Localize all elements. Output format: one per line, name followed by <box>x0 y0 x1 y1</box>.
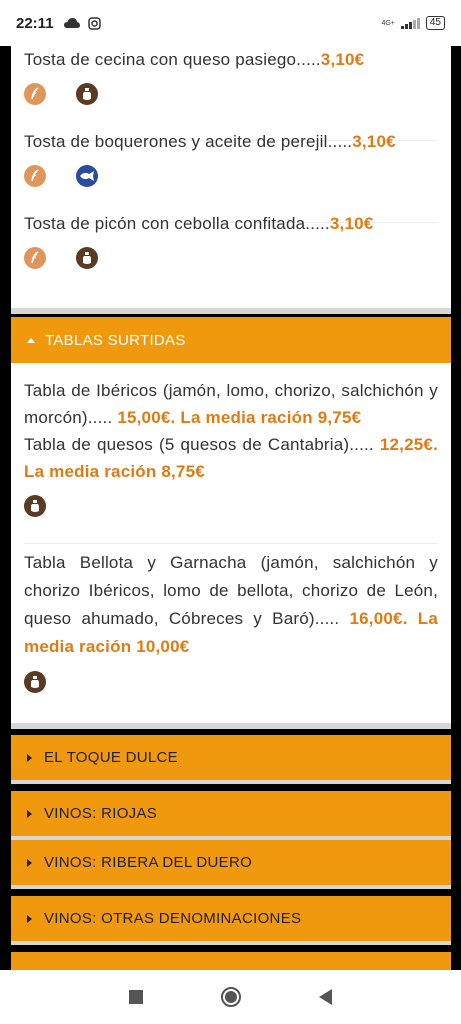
accordion-vinos-otras-denominaciones[interactable]: VINOS: OTRAS DENOMINACIONES <box>11 896 451 941</box>
gluten-icon <box>24 247 46 269</box>
status-bar: 22:11 4G+ 45 <box>0 0 461 46</box>
tablas-panel: Tabla de Ibéricos (jamón, lomo, chorizo,… <box>11 363 451 723</box>
panel-border <box>11 941 451 945</box>
instagram-icon <box>87 16 101 30</box>
home-icon <box>225 991 237 1003</box>
list-item: Tosta de cecina con queso pasiego.....3,… <box>24 46 438 105</box>
item-price: 3,10€ <box>320 50 365 69</box>
panel-border <box>11 885 451 889</box>
accordion-next-partial[interactable] <box>11 952 451 970</box>
accordion-el-toque-dulce[interactable]: EL TOQUE DULCE <box>11 735 451 780</box>
list-item: Tosta de picón con cebolla confitada....… <box>24 210 438 269</box>
network-type: 4G+ <box>381 19 395 27</box>
chevron-up-icon <box>27 337 35 343</box>
battery-icon: 45 <box>425 16 445 30</box>
item-name: Tosta de cecina con queso pasiego..... <box>24 50 321 69</box>
item-name: Tosta de picón con cebolla confitada....… <box>24 214 330 233</box>
milk-icon <box>24 495 46 517</box>
cloud-icon <box>63 17 80 28</box>
item-price: 15,00€. La media ración 9,75€ <box>117 408 362 427</box>
milk-icon <box>76 247 98 269</box>
milk-icon <box>76 83 98 105</box>
system-nav-bar <box>0 970 461 1024</box>
list-item: Tabla Bellota y Garnacha (jamón, salchic… <box>24 549 438 693</box>
chevron-right-icon <box>27 858 32 867</box>
tostas-panel: Tosta de cecina con queso pasiego.....3,… <box>11 46 451 308</box>
panel-border <box>11 308 451 314</box>
accordion-title: VINOS: RIOJAS <box>44 805 158 822</box>
back-button[interactable] <box>319 989 332 1005</box>
milk-icon <box>24 671 46 693</box>
accordion-title: VINOS: OTRAS DENOMINACIONES <box>44 910 302 927</box>
item-price: 3,10€ <box>329 214 374 233</box>
signal-icon <box>400 17 420 29</box>
fish-icon <box>76 165 98 187</box>
accordion-vinos-riojas[interactable]: VINOS: RIOJAS <box>11 791 451 836</box>
panel-border <box>11 723 451 729</box>
accordion-title: EL TOQUE DULCE <box>44 749 178 766</box>
accordion-title: VINOS: RIBERA DEL DUERO <box>44 854 253 871</box>
list-item: Tabla de Ibéricos (jamón, lomo, chorizo,… <box>24 377 438 431</box>
list-item: Tabla de quesos (5 quesos de Cantabria).… <box>24 431 438 517</box>
divider <box>24 543 438 544</box>
chevron-right-icon <box>27 914 32 923</box>
home-button[interactable] <box>221 987 241 1007</box>
chevron-right-icon <box>27 809 32 818</box>
gluten-icon <box>24 83 46 105</box>
clock: 22:11 <box>16 14 54 32</box>
recents-button[interactable] <box>129 990 143 1004</box>
accordion-tablas-surtidas[interactable]: TABLAS SURTIDAS <box>11 317 451 363</box>
gluten-icon <box>24 165 46 187</box>
panel-border <box>11 780 451 784</box>
item-name: Tabla de quesos (5 quesos de Cantabria).… <box>24 435 374 454</box>
item-price: 3,10€ <box>352 132 396 151</box>
accordion-vinos-ribera-del-duero[interactable]: VINOS: RIBERA DEL DUERO <box>11 840 451 885</box>
list-item: Tosta de boquerones y aceite de perejil.… <box>24 128 438 187</box>
menu-content: Tosta de cecina con queso pasiego.....3,… <box>0 46 461 970</box>
accordion-title: TABLAS SURTIDAS <box>45 331 186 349</box>
item-name: Tosta de boquerones y aceite de perejil.… <box>24 132 353 151</box>
chevron-right-icon <box>27 753 32 762</box>
